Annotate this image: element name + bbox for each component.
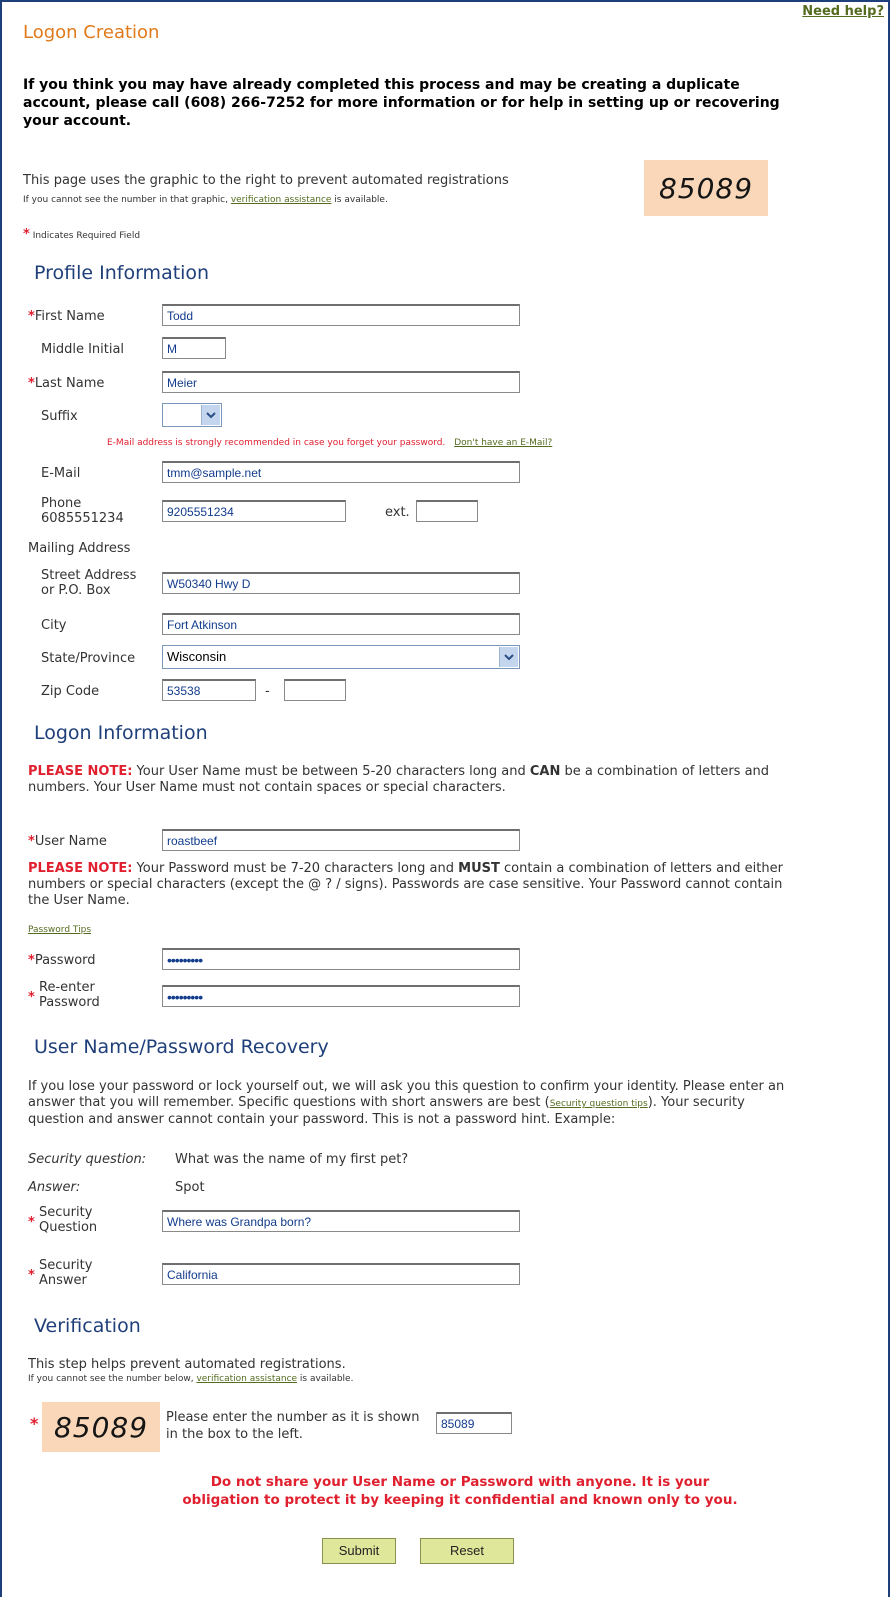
- no-email-link[interactable]: Don't have an E-Mail?: [454, 438, 552, 448]
- suffix-label: Suffix: [41, 409, 78, 424]
- last-name-label: *Last Name: [28, 376, 105, 391]
- security-question-input[interactable]: Where was Grandpa born?: [162, 1210, 520, 1232]
- captcha-image: 85089: [644, 160, 768, 216]
- verification-heading: Verification: [34, 1315, 141, 1337]
- city-label: City: [41, 618, 67, 633]
- verification-description: This step helps prevent automated regist…: [28, 1357, 346, 1372]
- password-label: *Password: [28, 953, 96, 968]
- street-address-input[interactable]: W50340 Hwy D: [162, 572, 520, 594]
- middle-initial-input[interactable]: M: [162, 337, 226, 359]
- captcha-notice-text: This page uses the graphic to the right …: [23, 173, 509, 188]
- required-field-text: Indicates Required Field: [32, 231, 141, 241]
- middle-initial-label: Middle Initial: [41, 342, 125, 357]
- captcha-number: 85089: [53, 1410, 149, 1444]
- zip-code-label: Zip Code: [41, 684, 100, 699]
- reset-button[interactable]: Reset: [420, 1538, 514, 1564]
- security-answer-input[interactable]: California: [162, 1263, 520, 1285]
- username-input[interactable]: roastbeef: [162, 829, 520, 851]
- page-title: Logon Creation: [23, 22, 160, 43]
- example-question-value: What was the name of my first pet?: [175, 1152, 409, 1167]
- required-star-icon: *: [28, 990, 35, 1005]
- security-answer-label: * Security Answer: [28, 1258, 93, 1288]
- password-tips-link[interactable]: Password Tips: [28, 925, 91, 935]
- email-label: E-Mail: [41, 466, 81, 481]
- required-star-icon: *: [28, 309, 35, 324]
- city-input[interactable]: Fort Atkinson: [162, 613, 520, 635]
- required-star-icon: *: [28, 1268, 35, 1283]
- captcha-assist-suffix: is available.: [331, 195, 388, 205]
- example-answer-value: Spot: [175, 1180, 205, 1195]
- state-province-select[interactable]: Wisconsin: [162, 645, 520, 669]
- chevron-down-icon[interactable]: [499, 647, 518, 667]
- username-rules-note: PLEASE NOTE: Your User Name must be betw…: [28, 764, 770, 795]
- reenter-password-label: * Re-enter Password: [28, 980, 100, 1010]
- mailing-address-label: Mailing Address: [28, 541, 131, 556]
- example-question-label: Security question:: [28, 1152, 147, 1167]
- duplicate-account-warning: If you think you may have already comple…: [23, 77, 780, 129]
- email-recommend-row: E-Mail address is strongly recommended i…: [107, 438, 552, 448]
- captcha-number: 85089: [658, 171, 754, 205]
- example-answer-label: Answer:: [28, 1180, 81, 1195]
- recovery-description: If you lose your password or lock yourse…: [28, 1079, 785, 1127]
- verification-assist-text: If you cannot see the number below, veri…: [28, 1374, 354, 1384]
- confidentiality-warning: Do not share your User Name or Password …: [182, 1474, 738, 1508]
- state-province-label: State/Province: [41, 651, 136, 666]
- verification-captcha-image: 85089: [42, 1402, 160, 1452]
- phone-input[interactable]: 9205551234: [162, 500, 346, 522]
- last-name-input[interactable]: Meier: [162, 371, 520, 393]
- captcha-assist-text: If you cannot see the number in that gra…: [23, 195, 388, 205]
- profile-information-heading: Profile Information: [34, 262, 210, 284]
- zip-extension-input[interactable]: [284, 679, 346, 701]
- zip-dash: -: [265, 684, 270, 699]
- phone-label-line2: 6085551234: [41, 511, 124, 526]
- verification-instruction: Please enter the number as it is shown i…: [166, 1410, 420, 1442]
- suffix-select[interactable]: [162, 403, 222, 427]
- state-province-value: Wisconsin: [167, 649, 227, 664]
- recovery-heading: User Name/Password Recovery: [34, 1036, 329, 1058]
- required-star-icon: *: [28, 834, 35, 849]
- required-star-icon: *: [28, 953, 35, 968]
- required-star-icon: *: [28, 1215, 35, 1230]
- phone-label-line1: Phone: [41, 496, 82, 511]
- required-field-note: * Indicates Required Field: [23, 227, 140, 242]
- email-input[interactable]: tmm@sample.net: [162, 461, 520, 483]
- captcha-assist-prefix: If you cannot see the number in that gra…: [23, 195, 231, 205]
- phone-label: Phone 6085551234: [41, 496, 124, 526]
- email-recommend-text: E-Mail address is strongly recommended i…: [107, 438, 446, 448]
- required-star-icon: *: [30, 1414, 39, 1433]
- verification-code-input[interactable]: 85089: [436, 1412, 512, 1434]
- zip-code-input[interactable]: 53538: [162, 679, 256, 701]
- verification-assistance-link[interactable]: verification assistance: [231, 195, 332, 205]
- password-input[interactable]: •••••••••: [162, 948, 520, 970]
- verification-assistance-link[interactable]: verification assistance: [196, 1374, 297, 1384]
- first-name-input[interactable]: Todd: [162, 304, 520, 326]
- required-star-icon: *: [28, 376, 35, 391]
- username-label: *User Name: [28, 834, 107, 849]
- ext-label: ext.: [385, 505, 410, 520]
- ext-input[interactable]: [416, 500, 478, 522]
- street-address-label: Street Address or P.O. Box: [41, 568, 137, 598]
- first-name-label: *First Name: [28, 309, 105, 324]
- chevron-down-icon[interactable]: [201, 405, 220, 425]
- password-rules-note: PLEASE NOTE: Your Password must be 7-20 …: [28, 861, 783, 908]
- security-question-tips-link[interactable]: Security question tips: [550, 1099, 648, 1109]
- submit-button[interactable]: Submit: [322, 1538, 396, 1564]
- security-question-label: * Security Question: [28, 1205, 98, 1235]
- logon-information-heading: Logon Information: [34, 722, 208, 744]
- reenter-password-input[interactable]: •••••••••: [162, 985, 520, 1007]
- required-star-icon: *: [23, 227, 30, 242]
- need-help-link[interactable]: Need help?: [802, 4, 884, 19]
